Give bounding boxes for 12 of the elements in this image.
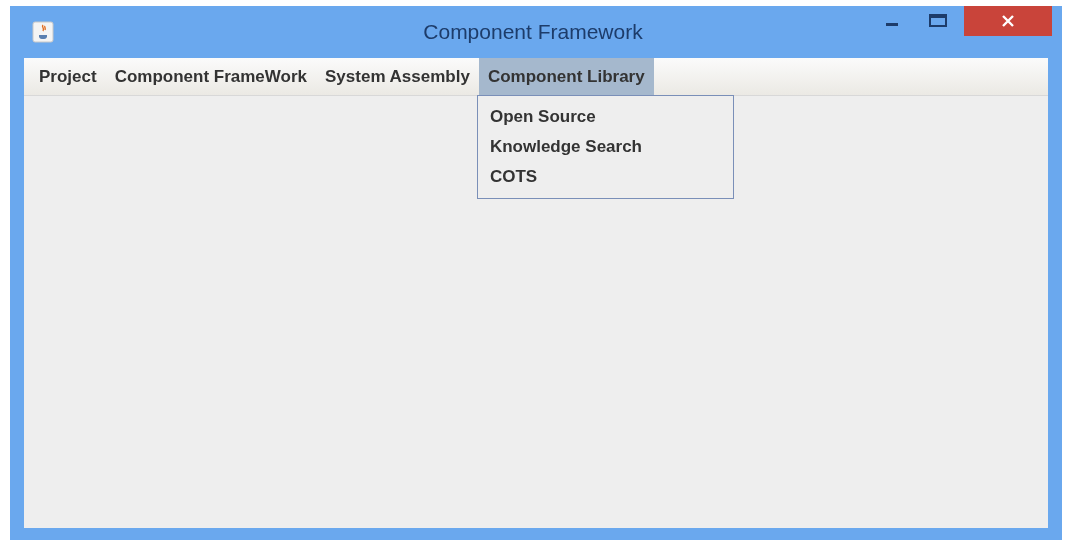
window-title: Component Framework — [422, 20, 644, 44]
menu-item[interactable]: Component FrameWork — [105, 58, 316, 95]
maximize-icon — [928, 13, 948, 29]
coffee-cup-icon — [32, 21, 54, 43]
menu-option[interactable]: Knowledge Search — [477, 132, 733, 162]
minimize-icon — [886, 22, 898, 26]
close-icon — [1001, 14, 1015, 28]
menu-option[interactable]: COTS — [477, 162, 733, 192]
menu-item[interactable]: Project — [30, 58, 106, 95]
menu-option[interactable]: Open Source — [477, 102, 733, 132]
menu-item[interactable]: System Assembly — [316, 58, 479, 95]
menu-item[interactable]: Component Library — [478, 58, 654, 95]
